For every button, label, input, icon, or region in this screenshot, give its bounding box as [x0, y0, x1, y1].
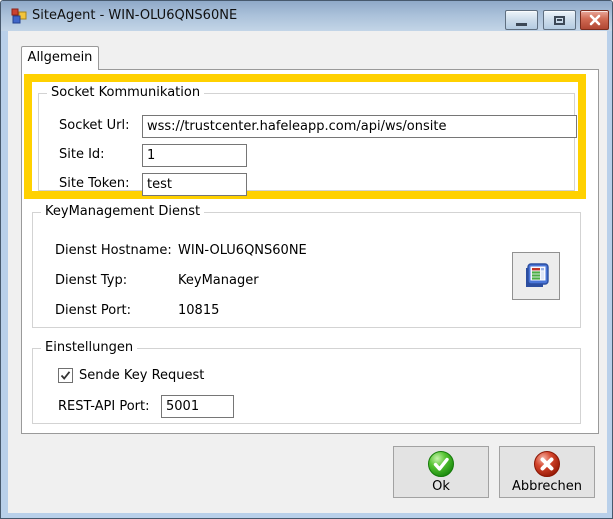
abbrechen-button-label: Abbrechen [512, 479, 582, 494]
keymanager-window-icon [519, 259, 553, 293]
groupbox-keymanagement: KeyManagement Dienst Dienst Hostname: WI… [32, 212, 581, 328]
cancel-x-icon [533, 450, 561, 478]
dienst-typ-value: KeyManager [178, 273, 259, 289]
minimize-icon [516, 23, 527, 26]
tabpage-allgemein: Socket Kommunikation Socket Url: Site Id… [21, 69, 599, 434]
groupbox-socket-title: Socket Kommunikation [47, 85, 204, 101]
app-window: SiteAgent - WIN-OLU6QNS60NE Allgemein So… [0, 0, 613, 519]
site-id-label: Site Id: [59, 147, 105, 163]
window-title: SiteAgent - WIN-OLU6QNS60NE [32, 1, 237, 30]
close-button[interactable] [580, 10, 609, 30]
groupbox-keymanagement-title: KeyManagement Dienst [41, 204, 204, 220]
dienst-typ-label: Dienst Typ: [55, 273, 127, 289]
socket-url-input[interactable] [142, 115, 577, 138]
title-bar[interactable]: SiteAgent - WIN-OLU6QNS60NE [1, 1, 612, 31]
minimize-button[interactable] [505, 10, 538, 30]
ok-button-label: Ok [432, 479, 450, 494]
form-client-area: Allgemein Socket Kommunikation Socket Ur… [8, 31, 607, 513]
sende-key-request-row: Sende Key Request [58, 368, 204, 383]
check-icon [60, 370, 71, 381]
site-token-input[interactable] [142, 173, 247, 196]
socket-url-label: Socket Url: [59, 118, 130, 134]
ok-check-icon [427, 450, 455, 478]
dienst-hostname-label: Dienst Hostname: [55, 243, 172, 259]
keymanager-details-button[interactable] [512, 252, 560, 300]
sende-key-request-label: Sende Key Request [79, 368, 204, 383]
site-token-label: Site Token: [59, 176, 129, 192]
maximize-button[interactable] [543, 10, 576, 30]
ok-button[interactable]: Ok [393, 446, 489, 498]
maximize-icon [554, 16, 565, 25]
close-icon [588, 13, 602, 27]
dienst-port-label: Dienst Port: [55, 303, 131, 319]
rest-api-port-label: REST-API Port: [58, 399, 150, 415]
rest-api-port-input[interactable] [161, 395, 234, 418]
groupbox-socket-kommunikation: Socket Kommunikation Socket Url: Site Id… [38, 93, 575, 191]
site-id-input[interactable] [142, 144, 247, 167]
tab-allgemein[interactable]: Allgemein [21, 46, 99, 70]
groupbox-einstellungen-title: Einstellungen [41, 340, 137, 356]
app-icon [11, 8, 27, 24]
dienst-hostname-value: WIN-OLU6QNS60NE [178, 243, 307, 259]
socket-group-highlight: Socket Kommunikation Socket Url: Site Id… [24, 74, 586, 199]
sende-key-request-checkbox[interactable] [58, 368, 73, 383]
groupbox-einstellungen: Einstellungen Sende Key Request REST-API… [32, 348, 581, 424]
abbrechen-button[interactable]: Abbrechen [499, 446, 595, 498]
dienst-port-value: 10815 [178, 303, 219, 319]
